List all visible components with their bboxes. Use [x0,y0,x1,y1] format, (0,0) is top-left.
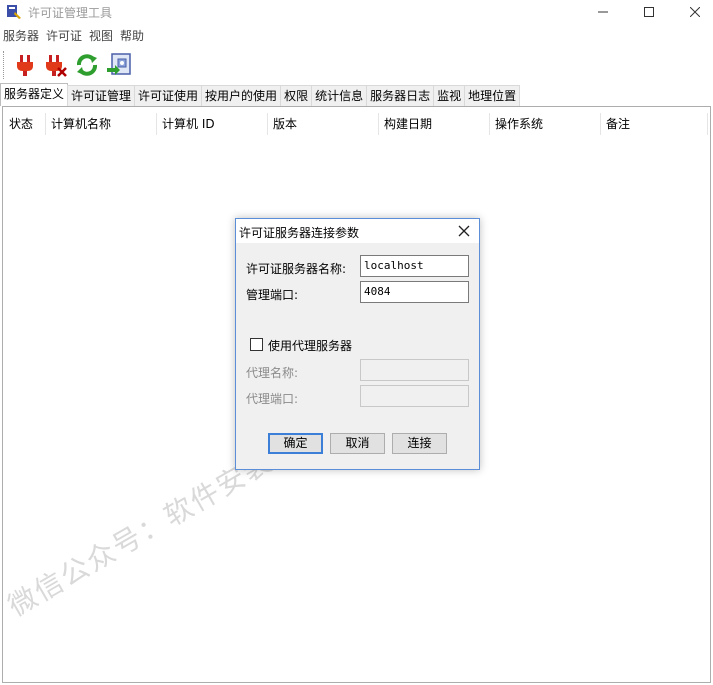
column-header-notes[interactable]: 备注 [601,113,708,135]
proxy-port-input[interactable] [360,385,469,407]
toolbar-grip [3,51,6,79]
app-icon [6,4,22,20]
server-name-input[interactable]: localhost [360,255,469,277]
column-header-version[interactable]: 版本 [268,113,379,135]
tab-geolocation[interactable]: 地理位置 [464,85,521,106]
disconnect-server-button[interactable] [41,50,71,80]
list-header: 状态 计算机名称 计算机 ID 版本 构建日期 操作系统 备注 [4,113,708,135]
menu-server[interactable]: 服务器 [0,26,43,46]
close-icon [458,225,470,237]
menu-license[interactable]: 许可证 [43,26,86,46]
proxy-name-input[interactable] [360,359,469,381]
tab-server-definition[interactable]: 服务器定义 [0,83,69,106]
proxy-name-label: 代理名称: [246,366,299,380]
proxy-port-label: 代理端口: [246,392,299,406]
title-bar: 许可证管理工具 [0,0,713,24]
menu-bar: 服务器 许可证 视图 帮助 [0,26,148,46]
import-file-icon [107,53,131,75]
column-header-computer-id[interactable]: 计算机 ID [157,113,268,135]
close-button[interactable] [672,0,713,24]
dialog-close-button[interactable] [455,222,473,240]
dialog-title: 许可证服务器连接参数 [239,226,360,240]
tab-server-log[interactable]: 服务器日志 [366,85,435,106]
tab-usage-by-user[interactable]: 按用户的使用 [201,85,282,106]
refresh-icon [77,54,97,76]
window-title: 许可证管理工具 [28,6,113,20]
port-label: 管理端口: [246,288,299,302]
ok-button[interactable]: 确定 [268,433,323,454]
refresh-button[interactable] [72,50,102,80]
tab-license-management[interactable]: 许可证管理 [67,85,136,106]
column-header-os[interactable]: 操作系统 [490,113,601,135]
connect-button[interactable]: 连接 [392,433,447,454]
plug-connect-icon [17,55,33,76]
maximize-button[interactable] [626,0,672,24]
tab-license-usage[interactable]: 许可证使用 [134,85,203,106]
minimize-button[interactable] [580,0,626,24]
column-header-status[interactable]: 状态 [4,113,46,135]
server-name-label: 许可证服务器名称: [246,262,347,276]
tab-monitor[interactable]: 监视 [433,85,466,106]
connection-dialog: 许可证服务器连接参数 许可证服务器名称: localhost 管理端口: 408… [235,218,480,470]
import-button[interactable] [104,50,134,80]
connect-server-button[interactable] [10,50,40,80]
toolbar [0,48,713,82]
tab-bar: 服务器定义 许可证管理 许可证使用 按用户的使用 权限 统计信息 服务器日志 监… [0,83,521,106]
proxy-checkbox[interactable] [250,338,263,351]
menu-view[interactable]: 视图 [86,26,117,46]
column-header-computer-name[interactable]: 计算机名称 [46,113,157,135]
column-header-build-date[interactable]: 构建日期 [379,113,490,135]
dialog-title-bar: 许可证服务器连接参数 [236,219,479,243]
port-input[interactable]: 4084 [360,281,469,303]
plug-disconnect-icon [46,55,67,77]
tab-permissions[interactable]: 权限 [280,85,313,106]
proxy-checkbox-label[interactable]: 使用代理服务器 [268,337,352,354]
menu-help[interactable]: 帮助 [117,26,148,46]
cancel-button[interactable]: 取消 [330,433,385,454]
tab-statistics[interactable]: 统计信息 [311,85,368,106]
